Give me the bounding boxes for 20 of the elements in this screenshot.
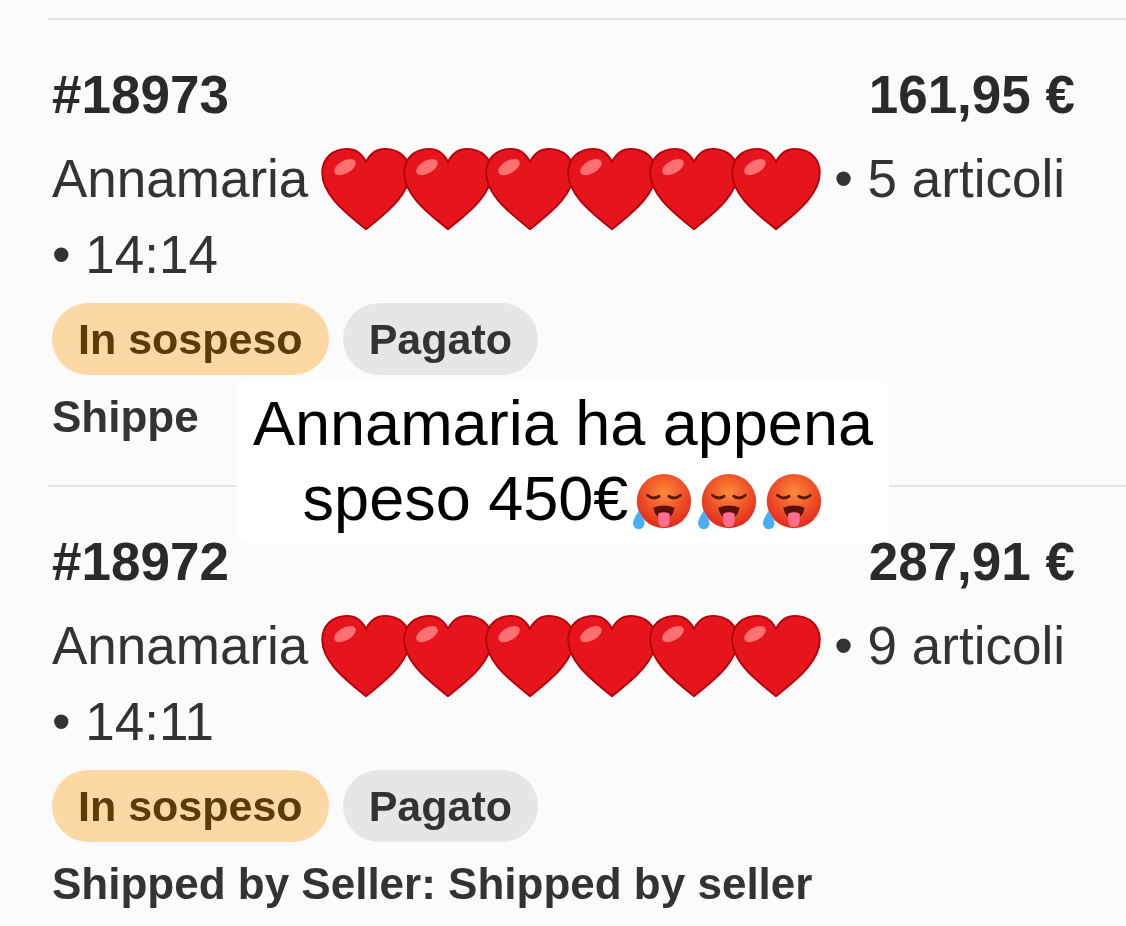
status-badge: In sospeso (52, 303, 329, 375)
shipping-text: Shipped by Seller: Shipped by seller (52, 859, 813, 909)
order-total: 161,95 € (868, 65, 1075, 125)
caption-text: speso 450€ (302, 462, 629, 535)
caption-text: Annamaria ha appena (253, 387, 873, 460)
item-count: • 5 articoli (834, 148, 1065, 210)
order-number: #18972 (52, 532, 229, 592)
status-badge: Pagato (342, 303, 538, 375)
shipping-text: Shippe (52, 392, 199, 442)
order-time: • 14:14 (52, 224, 218, 286)
customer-name: Annamaria (52, 615, 309, 677)
status-badge: In sospeso (52, 770, 329, 842)
order-time: • 14:11 (52, 691, 214, 753)
customer-name: Annamaria (52, 148, 309, 210)
heart-icon (730, 147, 823, 231)
order-total: 287,91 € (868, 532, 1075, 592)
order-number: #18973 (52, 65, 229, 125)
item-count: • 9 articoli (834, 615, 1065, 677)
heart-icon (730, 614, 823, 698)
status-badge: Pagato (342, 770, 538, 842)
